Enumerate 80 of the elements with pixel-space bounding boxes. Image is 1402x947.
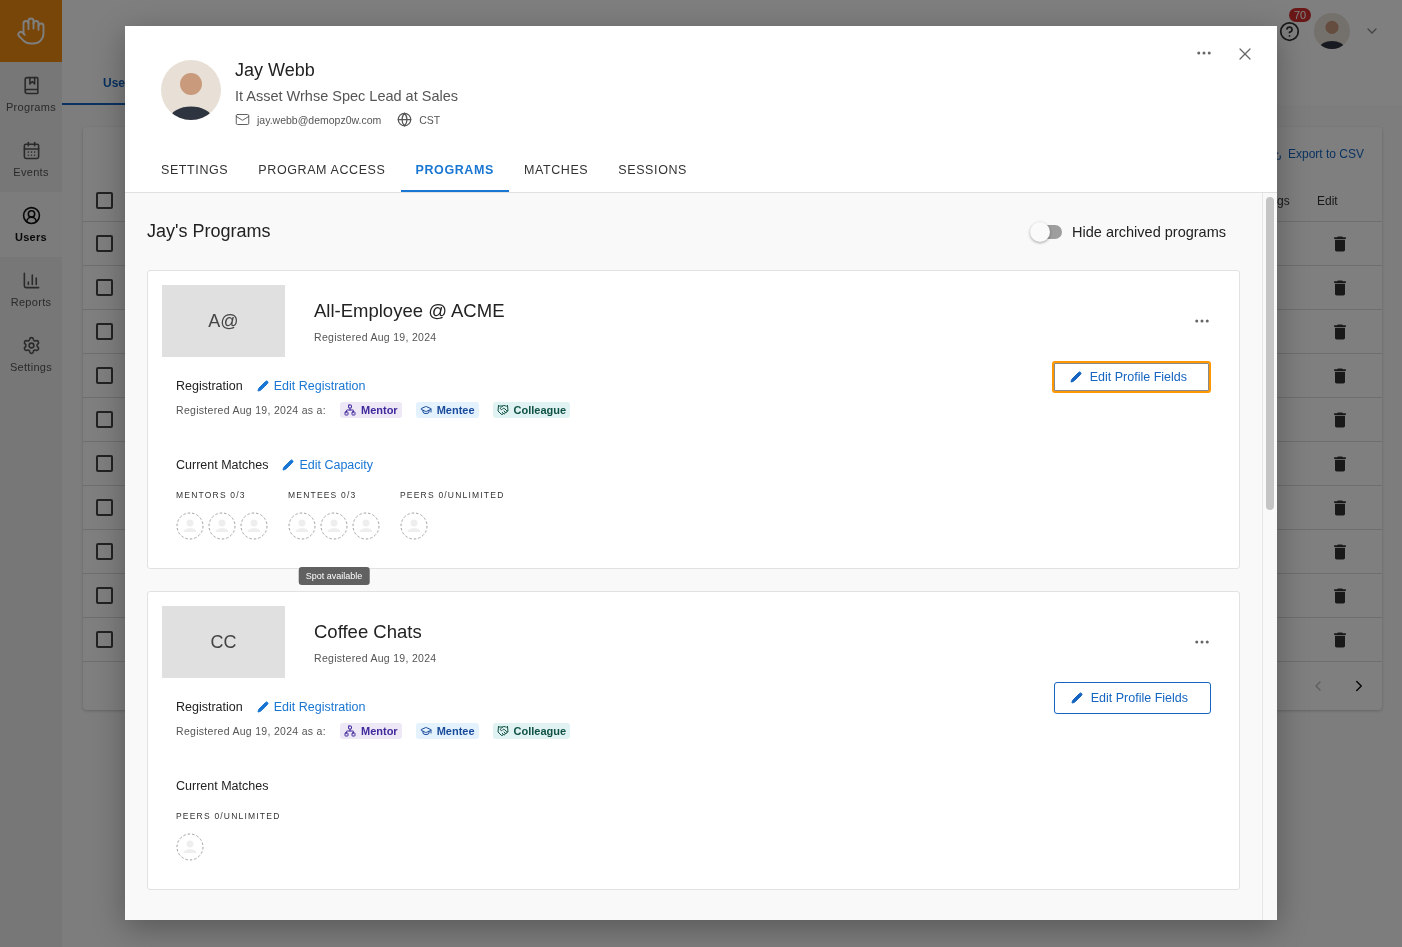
user-title: It Asset Wrhse Spec Lead at Sales bbox=[235, 88, 458, 104]
registered-as-text: Registered Aug 19, 2024 as a: bbox=[176, 404, 326, 416]
user-timezone: CST bbox=[419, 113, 441, 126]
edit-capacity-link[interactable]: Edit Capacity bbox=[282, 458, 374, 472]
checkbox[interactable] bbox=[96, 367, 113, 384]
checkbox[interactable] bbox=[96, 587, 113, 604]
tooltip: Spot available bbox=[298, 567, 370, 585]
globe-icon bbox=[397, 112, 413, 127]
user-circle-icon bbox=[21, 206, 41, 225]
tab[interactable]: SETTINGS bbox=[146, 149, 244, 192]
handshake-icon bbox=[496, 404, 509, 416]
calendar-icon bbox=[21, 141, 41, 160]
nav-item[interactable]: Reports bbox=[0, 257, 62, 322]
nav-item[interactable]: Programs bbox=[0, 62, 62, 127]
checkbox[interactable] bbox=[96, 455, 113, 472]
help-icon[interactable] bbox=[1279, 20, 1300, 42]
checkbox[interactable] bbox=[96, 235, 113, 252]
section-label: Registration bbox=[176, 379, 243, 393]
nav-item[interactable]: Settings bbox=[0, 322, 62, 387]
pencil-icon bbox=[1069, 371, 1082, 383]
switch-label: Hide archived programs bbox=[1072, 223, 1226, 240]
group-label: MENTORS 0/3 bbox=[176, 490, 247, 500]
section-label: Registration bbox=[176, 700, 243, 714]
edit-registration-link[interactable]: Edit Registration bbox=[256, 379, 366, 393]
role-tag: Colleague bbox=[492, 723, 571, 739]
checkbox[interactable] bbox=[96, 499, 113, 516]
user-email: jay.webb@demopz0w.com bbox=[257, 113, 382, 126]
section-label: Current Matches bbox=[176, 779, 269, 793]
notification-badge: 70 bbox=[1289, 7, 1312, 22]
checkbox[interactable] bbox=[96, 543, 113, 560]
column-header: gs bbox=[1277, 193, 1291, 208]
role-tag: Mentor bbox=[339, 723, 402, 739]
tab[interactable]: PROGRAM ACCESS bbox=[243, 149, 401, 192]
program-logo: CC bbox=[162, 606, 285, 678]
role-tag: Colleague bbox=[492, 402, 571, 418]
bar-chart-icon bbox=[21, 271, 41, 290]
tab[interactable]: MATCHES bbox=[508, 149, 604, 192]
role-tag: Mentor bbox=[339, 402, 402, 418]
people-network-icon bbox=[343, 725, 356, 737]
scrollbar-thumb[interactable] bbox=[1266, 197, 1274, 510]
people-network-icon bbox=[343, 404, 356, 416]
nav-item[interactable]: Events bbox=[0, 127, 62, 192]
hand-icon bbox=[16, 16, 46, 46]
section-title: Jay's Programs bbox=[147, 221, 271, 242]
edit-profile-button[interactable]: Edit Profile Fields bbox=[1051, 361, 1211, 393]
user-name: Jay Webb bbox=[235, 60, 316, 81]
checkbox[interactable] bbox=[96, 411, 113, 428]
nav-item[interactable]: Users bbox=[0, 192, 62, 257]
group-label: PEERS 0/UNLIMITED bbox=[400, 490, 505, 500]
user-avatar bbox=[161, 60, 221, 120]
column-header: Edit bbox=[1317, 193, 1339, 208]
graduation-cap-icon bbox=[419, 725, 432, 737]
program-logo: A@ bbox=[162, 285, 285, 357]
handshake-icon bbox=[496, 725, 509, 737]
role-tag: Mentee bbox=[415, 402, 479, 418]
checkbox[interactable] bbox=[96, 192, 113, 209]
group-label: MENTEES 0/3 bbox=[288, 490, 358, 500]
registered-date: Registered Aug 19, 2024 bbox=[314, 651, 437, 664]
checkbox[interactable] bbox=[96, 279, 113, 296]
checkbox[interactable] bbox=[96, 323, 113, 340]
edit-registration-link[interactable]: Edit Registration bbox=[256, 700, 366, 714]
role-tag: Mentee bbox=[415, 723, 479, 739]
avatar[interactable] bbox=[1314, 13, 1350, 49]
program-name: Coffee Chats bbox=[314, 620, 423, 643]
section-label: Current Matches bbox=[176, 458, 269, 472]
graduation-cap-icon bbox=[419, 404, 432, 416]
settings-icon bbox=[21, 336, 41, 355]
registered-as-text: Registered Aug 19, 2024 as a: bbox=[176, 725, 326, 737]
group-label: PEERS 0/UNLIMITED bbox=[176, 811, 281, 821]
book-icon bbox=[21, 76, 41, 95]
pencil-icon bbox=[256, 701, 269, 713]
tab[interactable]: SESSIONS bbox=[603, 149, 703, 192]
pencil-icon bbox=[282, 459, 295, 471]
registered-date: Registered Aug 19, 2024 bbox=[314, 330, 438, 343]
program-name: All-Employee @ ACME bbox=[314, 299, 505, 322]
pencil-icon bbox=[1070, 692, 1083, 704]
edit-profile-button[interactable]: Edit Profile Fields bbox=[1053, 682, 1211, 714]
checkbox[interactable] bbox=[96, 631, 113, 648]
mail-icon bbox=[235, 112, 250, 127]
pencil-icon bbox=[256, 380, 269, 392]
